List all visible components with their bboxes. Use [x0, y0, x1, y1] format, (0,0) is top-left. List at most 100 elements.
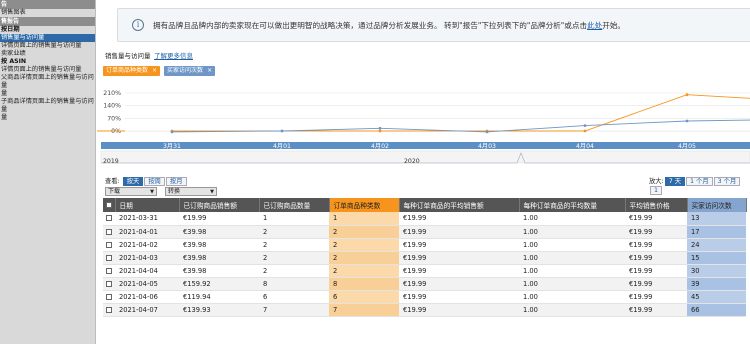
table-cell: €19.99: [625, 264, 687, 278]
table-cell: 1.00: [519, 251, 625, 265]
table-cell: 2021-04-02: [115, 238, 179, 252]
download-dropdown[interactable]: 下载 ▼: [105, 187, 157, 196]
table-cell: 2: [259, 225, 329, 239]
sales-chart: 210% 140% 70% 0% 3月31 4月01 4月02 4月03 4月04 4月05 201…: [97, 90, 750, 165]
view-by-month-button[interactable]: 按月: [165, 177, 187, 186]
table-cell: €19.99: [179, 212, 259, 226]
learn-more-link[interactable]: 了解更多信息: [154, 50, 193, 60]
y-tick-label: 210%: [103, 90, 121, 97]
table-row[interactable]: 2021-04-07 €139.93 7 7 €19.99 1.00 €19.99 66: [103, 303, 746, 317]
series-line-tail: [686, 119, 750, 122]
table-row[interactable]: 2021-03-31 €19.99 1 1 €19.99 1.00 €19.99 13: [103, 212, 746, 226]
col-order-item-types[interactable]: 订单商品种类数: [329, 198, 400, 212]
row-checkbox[interactable]: [106, 254, 112, 261]
table-cell: 8: [329, 277, 399, 291]
table-cell: 1.00: [519, 277, 625, 291]
col-ordered-units[interactable]: 已订购商品数量: [259, 198, 330, 212]
sidebar-item[interactable]: 销售图表: [0, 9, 95, 17]
data-point: [378, 126, 382, 130]
table-cell: 1: [259, 212, 329, 226]
zoom-label: 放大:: [649, 178, 664, 185]
table-cell: 2: [329, 264, 399, 278]
zoom-1m-button[interactable]: 1 个月: [686, 177, 713, 186]
sidebar-item[interactable]: 销售量与访问量: [0, 34, 95, 42]
close-icon[interactable]: ×: [207, 67, 212, 74]
col-avg-units-per-item[interactable]: 每种订单商品的平均数量: [519, 198, 626, 212]
row-checkbox[interactable]: [106, 280, 112, 287]
table-cell: €19.99: [625, 290, 687, 304]
col-ordered-sales[interactable]: 已订购商品销售额: [179, 198, 260, 212]
table-cell: 6: [259, 290, 329, 304]
data-point: [280, 129, 284, 133]
col-date[interactable]: 日期: [115, 198, 180, 212]
x-tick-label: 4月01: [273, 143, 291, 150]
view-by-day-button[interactable]: 按天: [122, 177, 144, 186]
zoom-more-button[interactable]: 1: [650, 186, 663, 195]
convert-dropdown[interactable]: 转换 ▼: [165, 187, 217, 196]
zoom-7d-button[interactable]: 7 天: [664, 177, 686, 186]
table-cell: 1.00: [519, 225, 625, 239]
zoom-3m-button[interactable]: 3 个月: [713, 177, 741, 186]
select-all-checkbox[interactable]: [106, 202, 112, 208]
sidebar-section: 告: [0, 0, 95, 9]
notice-link[interactable]: 此处: [587, 21, 602, 30]
sidebar-item[interactable]: 父商品详情页面上的销售量与访问量: [0, 74, 95, 90]
x-tick-label: 4月04: [576, 143, 594, 150]
col-avg-sales-per-item[interactable]: 每种订单商品的平均销售额: [399, 198, 520, 212]
table-cell: €19.99: [399, 225, 519, 239]
table-cell: 30: [687, 264, 746, 278]
table-cell: €39.98: [179, 251, 259, 265]
x-axis-band: [101, 142, 750, 149]
chip-buyer-visits[interactable]: 买家访问次数 ×: [164, 66, 216, 76]
sidebar-item[interactable]: 子商品详情页面上的销售量与访问量: [0, 98, 95, 114]
row-select-cell: [103, 225, 115, 239]
y-tick-label: 70%: [107, 115, 121, 122]
table-row[interactable]: 2021-04-02 €39.98 2 2 €19.99 1.00 €19.99 24: [103, 238, 746, 252]
sidebar-item[interactable]: 卖家业绩: [0, 50, 95, 58]
sidebar-item[interactable]: 详情页面上的销售量与访问量: [0, 42, 95, 50]
sidebar-item[interactable]: 量: [0, 90, 95, 98]
timeline-year: 2019: [103, 158, 119, 165]
table-cell: 2021-04-06: [115, 290, 179, 304]
chip-label: 订单商品种类数: [106, 67, 149, 74]
view-by-week-button[interactable]: 按周: [144, 177, 165, 186]
table-cell: €19.99: [625, 225, 687, 239]
table-cell: 2: [329, 251, 399, 265]
table-cell: €139.93: [179, 303, 259, 317]
row-checkbox[interactable]: [106, 215, 112, 222]
table-cell: 45: [687, 290, 746, 304]
table-cell: 2: [259, 238, 329, 252]
close-icon[interactable]: ×: [152, 67, 157, 74]
table-cell: €159.92: [179, 277, 259, 291]
table-row[interactable]: 2021-04-04 €39.98 2 2 €19.99 1.00 €19.99 30: [103, 264, 746, 278]
row-checkbox[interactable]: [106, 241, 112, 248]
table-cell: 2021-04-07: [115, 303, 179, 317]
col-avg-price[interactable]: 平均销售价格: [625, 198, 688, 212]
row-select-cell: [103, 290, 115, 304]
sidebar-item[interactable]: 按 ASIN: [0, 58, 95, 66]
row-select-cell: [103, 238, 115, 252]
row-checkbox[interactable]: [106, 293, 112, 300]
table-cell: 1.00: [519, 264, 625, 278]
data-point: [170, 130, 174, 134]
chip-order-item-types[interactable]: 订单商品种类数 ×: [103, 66, 161, 76]
table-cell: €19.99: [399, 212, 519, 226]
sidebar-item[interactable]: 量: [0, 114, 95, 122]
row-checkbox[interactable]: [106, 267, 112, 274]
row-select-cell: [103, 303, 115, 317]
col-buyer-visits[interactable]: 买家访问次数: [687, 198, 747, 212]
row-checkbox[interactable]: [106, 306, 112, 313]
table-row[interactable]: 2021-04-03 €39.98 2 2 €19.99 1.00 €19.99 15: [103, 251, 746, 265]
table-row[interactable]: 2021-04-05 €159.92 8 8 €19.99 1.00 €19.99 39: [103, 277, 746, 291]
table-cell: 15: [687, 251, 746, 265]
table-cell: €39.98: [179, 225, 259, 239]
row-checkbox[interactable]: [106, 228, 112, 235]
table-row[interactable]: 2021-04-06 €119.94 6 6 €19.99 1.00 €19.99 45: [103, 290, 746, 304]
row-select-cell: [103, 264, 115, 278]
sidebar-item[interactable]: 详情页面上的销售量与访问量: [0, 66, 95, 74]
table-cell: €19.99: [625, 251, 687, 265]
chip-label: 买家访问次数: [167, 67, 204, 74]
table-row[interactable]: 2021-04-01 €39.98 2 2 €19.99 1.00 €19.99 17: [103, 225, 746, 239]
table-cell: €19.99: [399, 251, 519, 265]
sidebar-item[interactable]: 按日期: [0, 26, 95, 34]
